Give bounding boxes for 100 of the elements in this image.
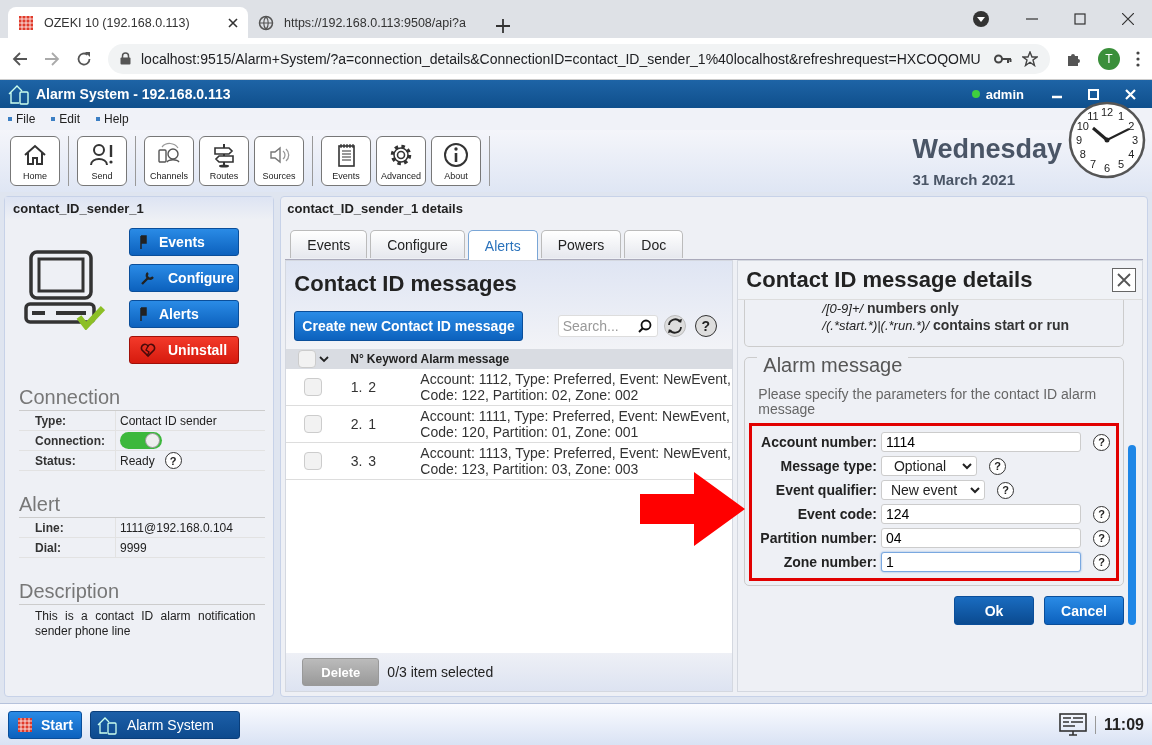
date-label: 31 March 2021 — [912, 171, 1016, 188]
menu-item[interactable]: File — [16, 112, 36, 126]
clock-number: 7 — [1089, 158, 1097, 171]
table-cell-text: 1. — [349, 379, 363, 395]
toolbar-button[interactable]: Routes — [199, 136, 249, 186]
property-value: Contact ID sender — [120, 413, 217, 428]
search-field[interactable]: Search... — [557, 315, 658, 337]
clock-number: 4 — [1128, 148, 1135, 160]
user-name: admin — [985, 86, 1024, 102]
field-label: Message type: — [779, 458, 877, 474]
close-icon[interactable] — [1122, 13, 1134, 25]
toolbar-button[interactable]: Advanced — [376, 136, 426, 186]
profile-dropdown-icon[interactable] — [972, 10, 990, 28]
field-label: Event qualifier: — [774, 482, 877, 498]
tab[interactable]: Doc — [624, 230, 684, 258]
dialog-button[interactable]: Cancel — [1044, 596, 1124, 625]
dropdown[interactable]: Optional — [881, 456, 977, 476]
property-value: 9999 — [120, 540, 147, 555]
row-checkbox[interactable] — [304, 378, 323, 396]
help-button[interactable]: ? — [1093, 433, 1110, 451]
address-bar[interactable]: localhost:9515/Alarm+System/?a=connection_details&ConnectionID=contact_ID_sender_1%40localhost&refreshrequest=HXCOQOMU — [108, 43, 1050, 74]
home-icon — [22, 142, 48, 168]
input-field[interactable]: 1114 — [881, 432, 1081, 452]
tab[interactable]: Powers — [540, 230, 622, 258]
toolbar-button[interactable]: Send — [77, 136, 127, 186]
dropdown[interactable]: New event — [881, 480, 985, 500]
profile-avatar[interactable]: T — [1098, 47, 1120, 70]
help-button[interactable]: ? — [1093, 505, 1110, 523]
field-label: Account number: — [760, 434, 877, 450]
browser-tab[interactable]: OZEKI 10 (192.168.0.113) — [8, 7, 248, 38]
info-icon — [443, 142, 469, 168]
reload-icon[interactable] — [76, 50, 92, 67]
tab[interactable]: Events — [290, 230, 368, 258]
toolbar-button[interactable]: Events — [321, 136, 371, 186]
broken-heart-icon — [140, 342, 156, 358]
taskbar-app[interactable]: Alarm System — [89, 710, 240, 739]
toolbar-button[interactable]: Sources — [254, 136, 304, 186]
close-icon[interactable] — [228, 17, 238, 28]
maximize-icon[interactable] — [1074, 13, 1086, 25]
field-label: Partition number: — [760, 530, 877, 546]
dialog-button[interactable]: Ok — [954, 596, 1034, 625]
help-button[interactable]: ? — [1093, 553, 1110, 571]
toolbar-button[interactable]: Home — [10, 136, 60, 186]
input-field[interactable]: 1 — [881, 552, 1081, 572]
select-all-checkbox[interactable] — [298, 350, 317, 368]
help-button[interactable]: ? — [694, 315, 717, 337]
tab[interactable]: Configure — [370, 230, 465, 258]
action-button[interactable]: Uninstall — [129, 336, 239, 364]
lock-icon — [120, 52, 131, 65]
more-menu-icon[interactable] — [1136, 50, 1140, 67]
property-label: Dial: — [19, 538, 116, 557]
list-title: Contact ID messages — [294, 271, 518, 297]
table-cell-text: Account: 1111, Type: Preferred, Event: NewEvent, Code: 120, Partition: 01, Zone: 001 — [420, 407, 731, 441]
column-header: Keyword — [366, 352, 418, 366]
browser-tab[interactable]: https://192.168.0.113:9508/api?a — [248, 7, 488, 38]
row-checkbox[interactable] — [304, 415, 323, 433]
create-button[interactable]: Create new Contact ID message — [294, 311, 523, 341]
help-button[interactable]: ? — [164, 452, 182, 469]
toolbar-button[interactable]: About — [431, 136, 481, 186]
table-cell-text: 3 — [368, 453, 378, 469]
bullet-icon — [96, 117, 101, 121]
tab[interactable]: Alerts — [467, 230, 538, 260]
grid-logo-icon — [18, 14, 34, 31]
scrollbar-thumb[interactable] — [1128, 445, 1136, 625]
bullet-icon — [51, 117, 56, 121]
menu-item[interactable]: Help — [104, 112, 129, 126]
toggle-switch[interactable] — [120, 432, 162, 449]
gear-icon — [388, 142, 414, 168]
caret-icon[interactable] — [319, 355, 330, 363]
clock-time: 11:09 — [1094, 715, 1144, 734]
section-heading: Alert — [19, 493, 266, 518]
property-label: Type: — [19, 411, 116, 430]
star-icon[interactable] — [1022, 50, 1038, 67]
clock-number: 5 — [1117, 158, 1125, 171]
start-button[interactable]: Start — [8, 710, 82, 739]
menu-item[interactable]: Edit — [59, 112, 81, 126]
key-icon[interactable] — [994, 53, 1012, 64]
help-button[interactable]: ? — [997, 481, 1014, 499]
dialog-title: Contact ID message details — [746, 267, 1033, 293]
toolbar-button[interactable]: Channels — [144, 136, 194, 186]
person-alert-icon — [89, 142, 115, 168]
clock-number: 9 — [1075, 134, 1083, 146]
help-button[interactable]: ? — [1093, 529, 1110, 547]
monitor-icon[interactable] — [1058, 712, 1087, 737]
action-button[interactable]: Events — [129, 228, 239, 256]
input-field[interactable]: 124 — [881, 504, 1081, 524]
action-button[interactable]: Configure — [129, 264, 239, 292]
wrench-icon — [140, 270, 156, 286]
action-button[interactable]: Alerts — [129, 300, 239, 328]
input-field[interactable]: 04 — [881, 528, 1081, 548]
new-tab-icon[interactable] — [496, 19, 510, 33]
house-icon — [8, 83, 30, 105]
back-icon[interactable] — [12, 50, 28, 67]
close-button[interactable] — [1112, 268, 1136, 292]
field-label: Event code: — [796, 506, 877, 522]
close-icon — [1117, 273, 1131, 287]
clock-number: 2 — [1128, 120, 1135, 132]
row-checkbox[interactable] — [304, 452, 323, 470]
refresh-icon[interactable] — [663, 315, 686, 337]
help-button[interactable]: ? — [989, 457, 1006, 475]
